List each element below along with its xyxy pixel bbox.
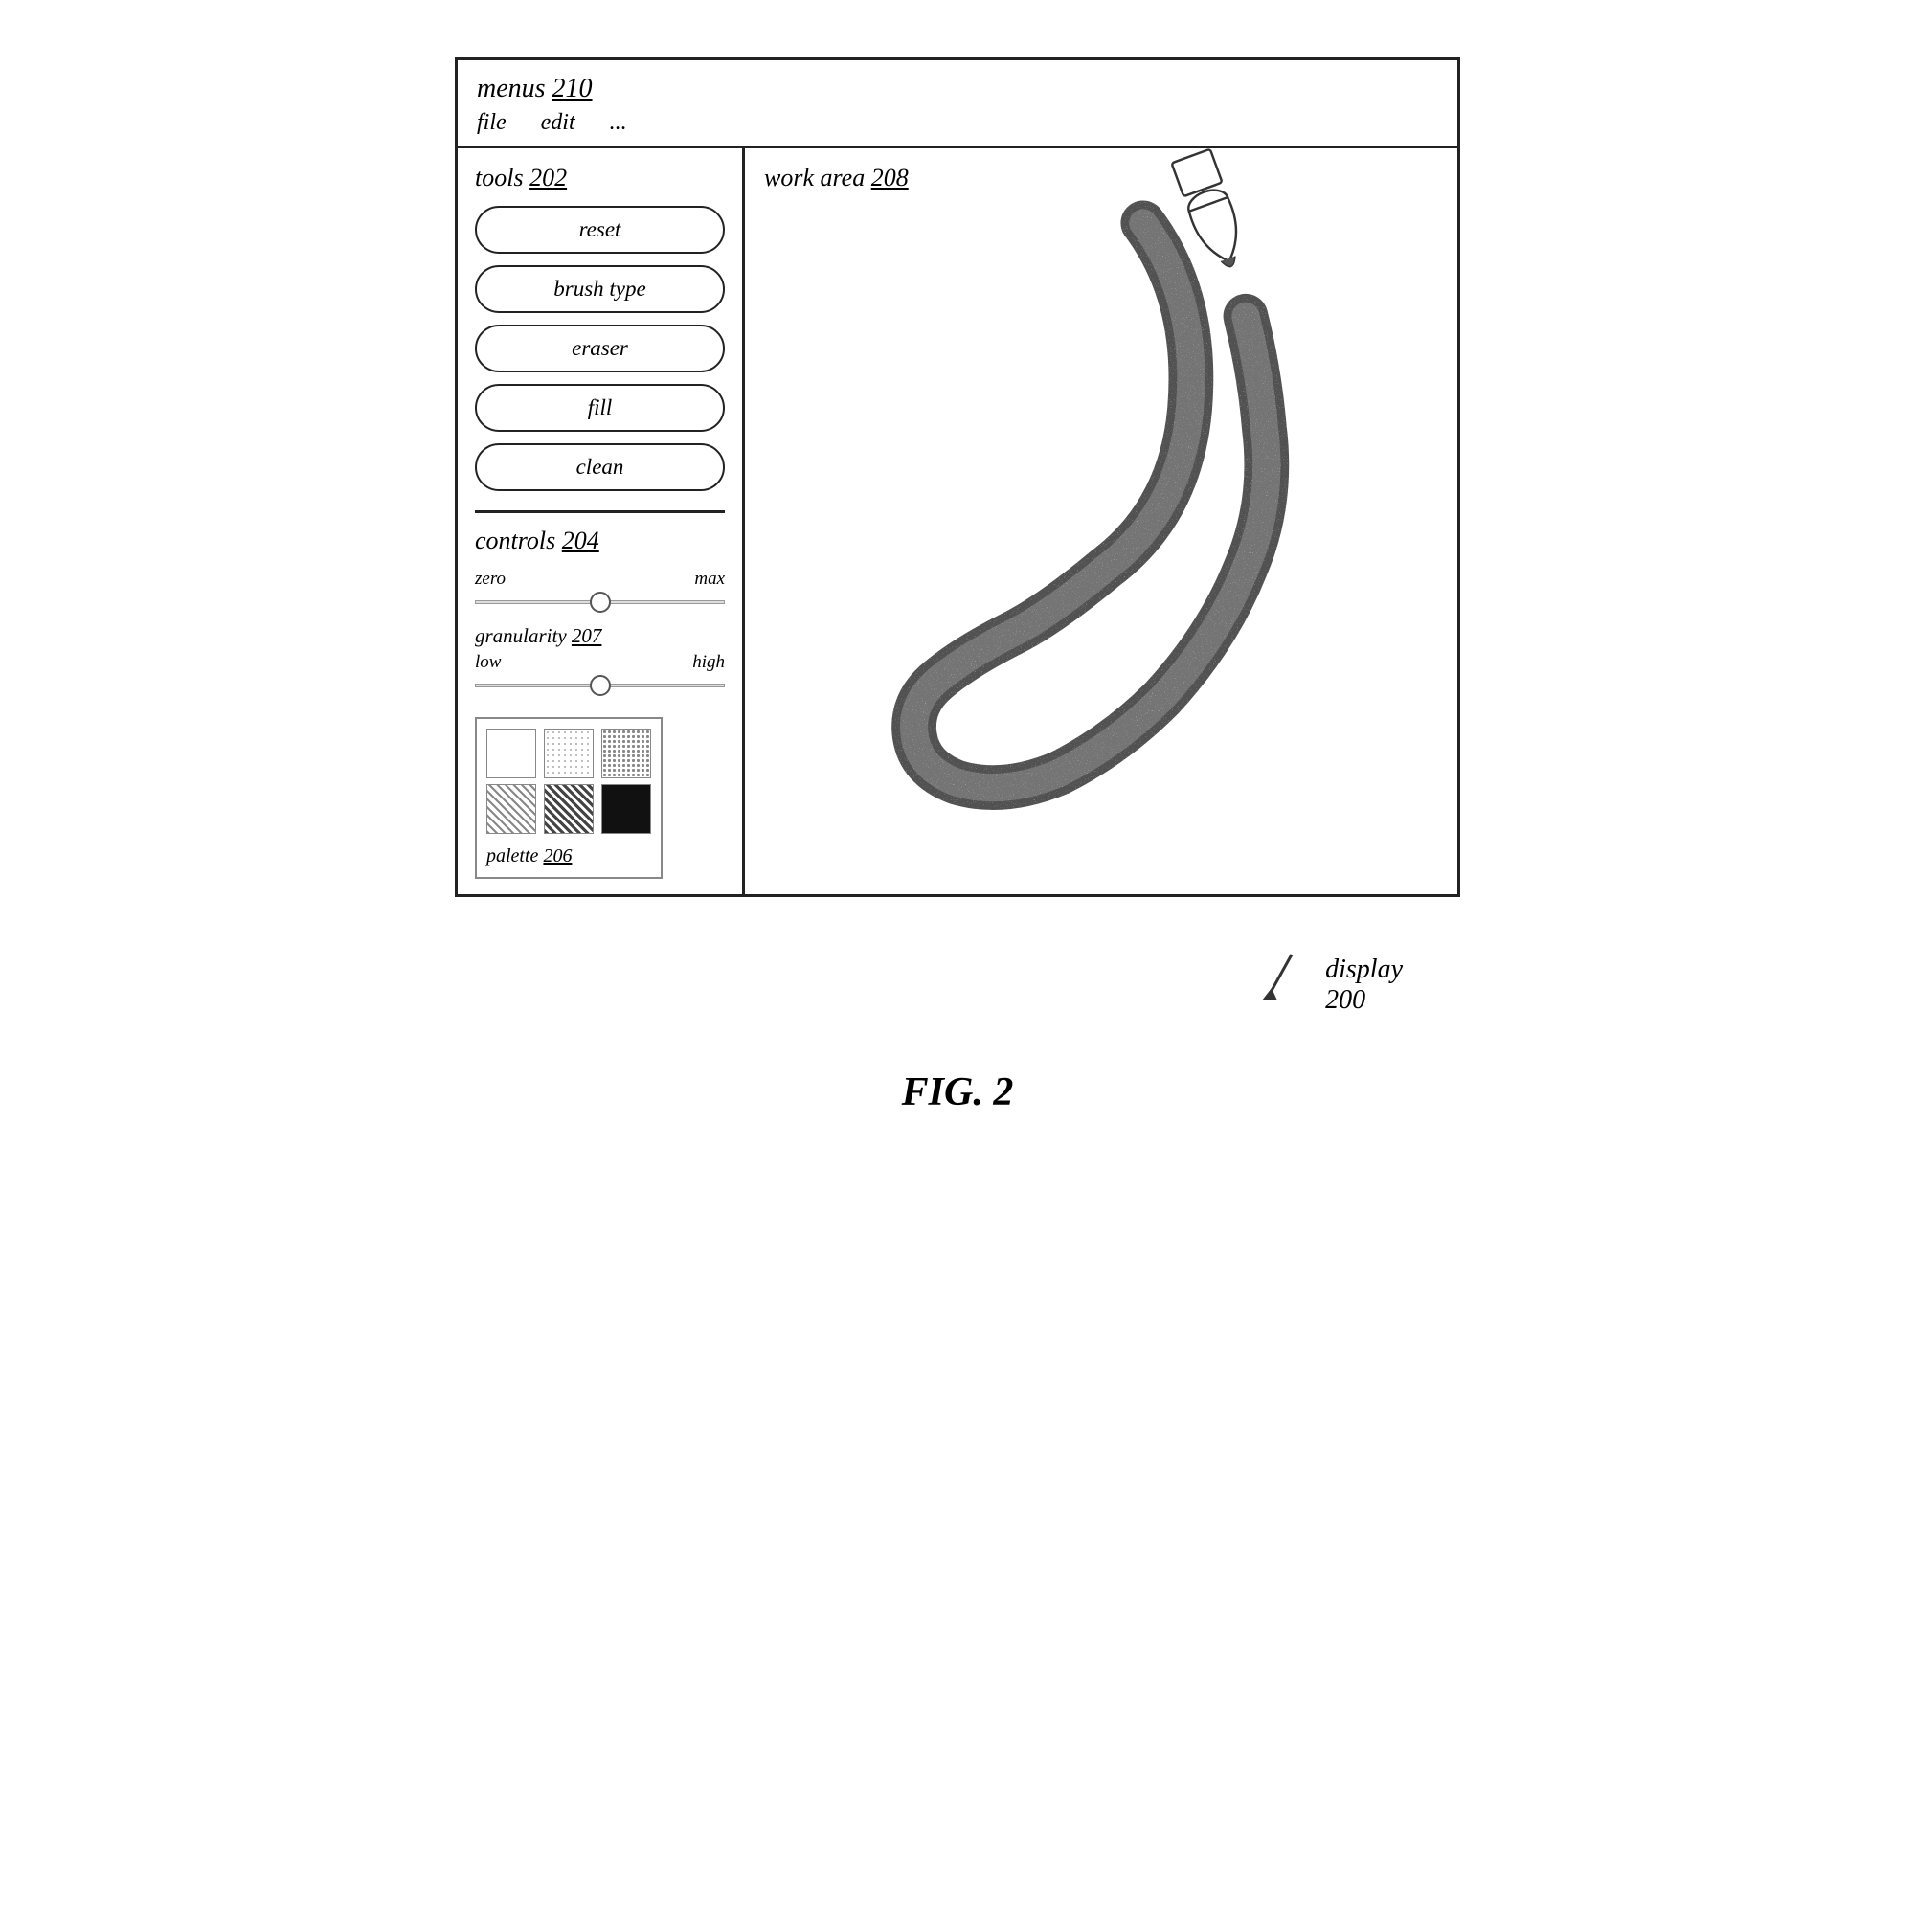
swatch-dark-hatch[interactable] (544, 784, 594, 834)
brush-canvas (745, 148, 1457, 894)
granularity-label: granularity 207 (475, 624, 725, 648)
content-area: tools 202 reset brush type eraser fill c… (458, 148, 1457, 894)
slider1-thumb[interactable] (590, 592, 611, 613)
slider1-track[interactable] (475, 594, 725, 611)
reset-button[interactable]: reset (475, 206, 725, 254)
controls-section-title: controls 204 (475, 527, 725, 555)
menus-title: menus 210 (477, 74, 1438, 104)
display-text: display (1325, 955, 1403, 984)
menus-label: menus (477, 74, 546, 103)
display-label: display 200 (1325, 955, 1403, 1016)
menu-bar: menus 210 file edit ... (458, 60, 1457, 148)
tools-section: tools 202 reset brush type eraser fill c… (475, 164, 725, 503)
menu-more[interactable]: ... (610, 110, 627, 136)
fill-button[interactable]: fill (475, 384, 725, 432)
granularity-ref: 207 (572, 624, 602, 647)
controls-ref: 204 (562, 527, 599, 554)
swatch-med-dots[interactable] (601, 729, 651, 778)
display-ref: 200 (1325, 985, 1365, 1015)
tools-label: tools (475, 164, 524, 191)
swatch-hatch[interactable] (486, 784, 536, 834)
palette-section: palette 206 (475, 717, 663, 879)
clean-button[interactable]: clean (475, 443, 725, 491)
controls-label: controls (475, 527, 555, 554)
slider2-track[interactable] (475, 677, 725, 694)
slider1-max-label: max (694, 569, 725, 590)
swatch-light-dots[interactable] (544, 729, 594, 778)
menus-ref: 210 (552, 74, 593, 103)
tools-panel: tools 202 reset brush type eraser fill c… (458, 148, 745, 894)
below-area: display 200 (455, 926, 1460, 1022)
slider2-max-label: high (692, 652, 725, 673)
outer-container: menus 210 file edit ... tools 202 reset … (57, 57, 1858, 1115)
palette-ref: 206 (543, 845, 572, 866)
brush-type-button[interactable]: brush type (475, 265, 725, 313)
eraser-button[interactable]: eraser (475, 325, 725, 372)
display-arrow (1239, 945, 1316, 1022)
brush-stroke (914, 223, 1267, 788)
swatch-white[interactable] (486, 729, 536, 778)
palette-row-2 (486, 784, 651, 834)
menu-edit[interactable]: edit (541, 110, 575, 136)
main-box: menus 210 file edit ... tools 202 reset … (455, 57, 1460, 897)
granularity-text: granularity (475, 624, 567, 647)
work-area[interactable]: work area 208 (745, 148, 1457, 894)
controls-section: controls 204 zero max granularity 207 (475, 527, 725, 879)
slider2-thumb[interactable] (590, 675, 611, 696)
swatch-black[interactable] (601, 784, 651, 834)
tools-ref: 202 (529, 164, 567, 191)
palette-label: palette 206 (486, 845, 651, 867)
slider1-labels: zero max (475, 569, 725, 590)
palette-text: palette (486, 845, 538, 866)
slider1-min-label: zero (475, 569, 506, 590)
tools-section-title: tools 202 (475, 164, 725, 192)
slider2-min-label: low (475, 652, 501, 673)
panel-divider (475, 510, 725, 513)
menu-file[interactable]: file (477, 110, 507, 136)
menu-items-row: file edit ... (477, 110, 1438, 136)
fig-label: FIG. 2 (455, 1069, 1460, 1115)
slider2-labels: low high (475, 652, 725, 673)
palette-row-1 (486, 729, 651, 778)
